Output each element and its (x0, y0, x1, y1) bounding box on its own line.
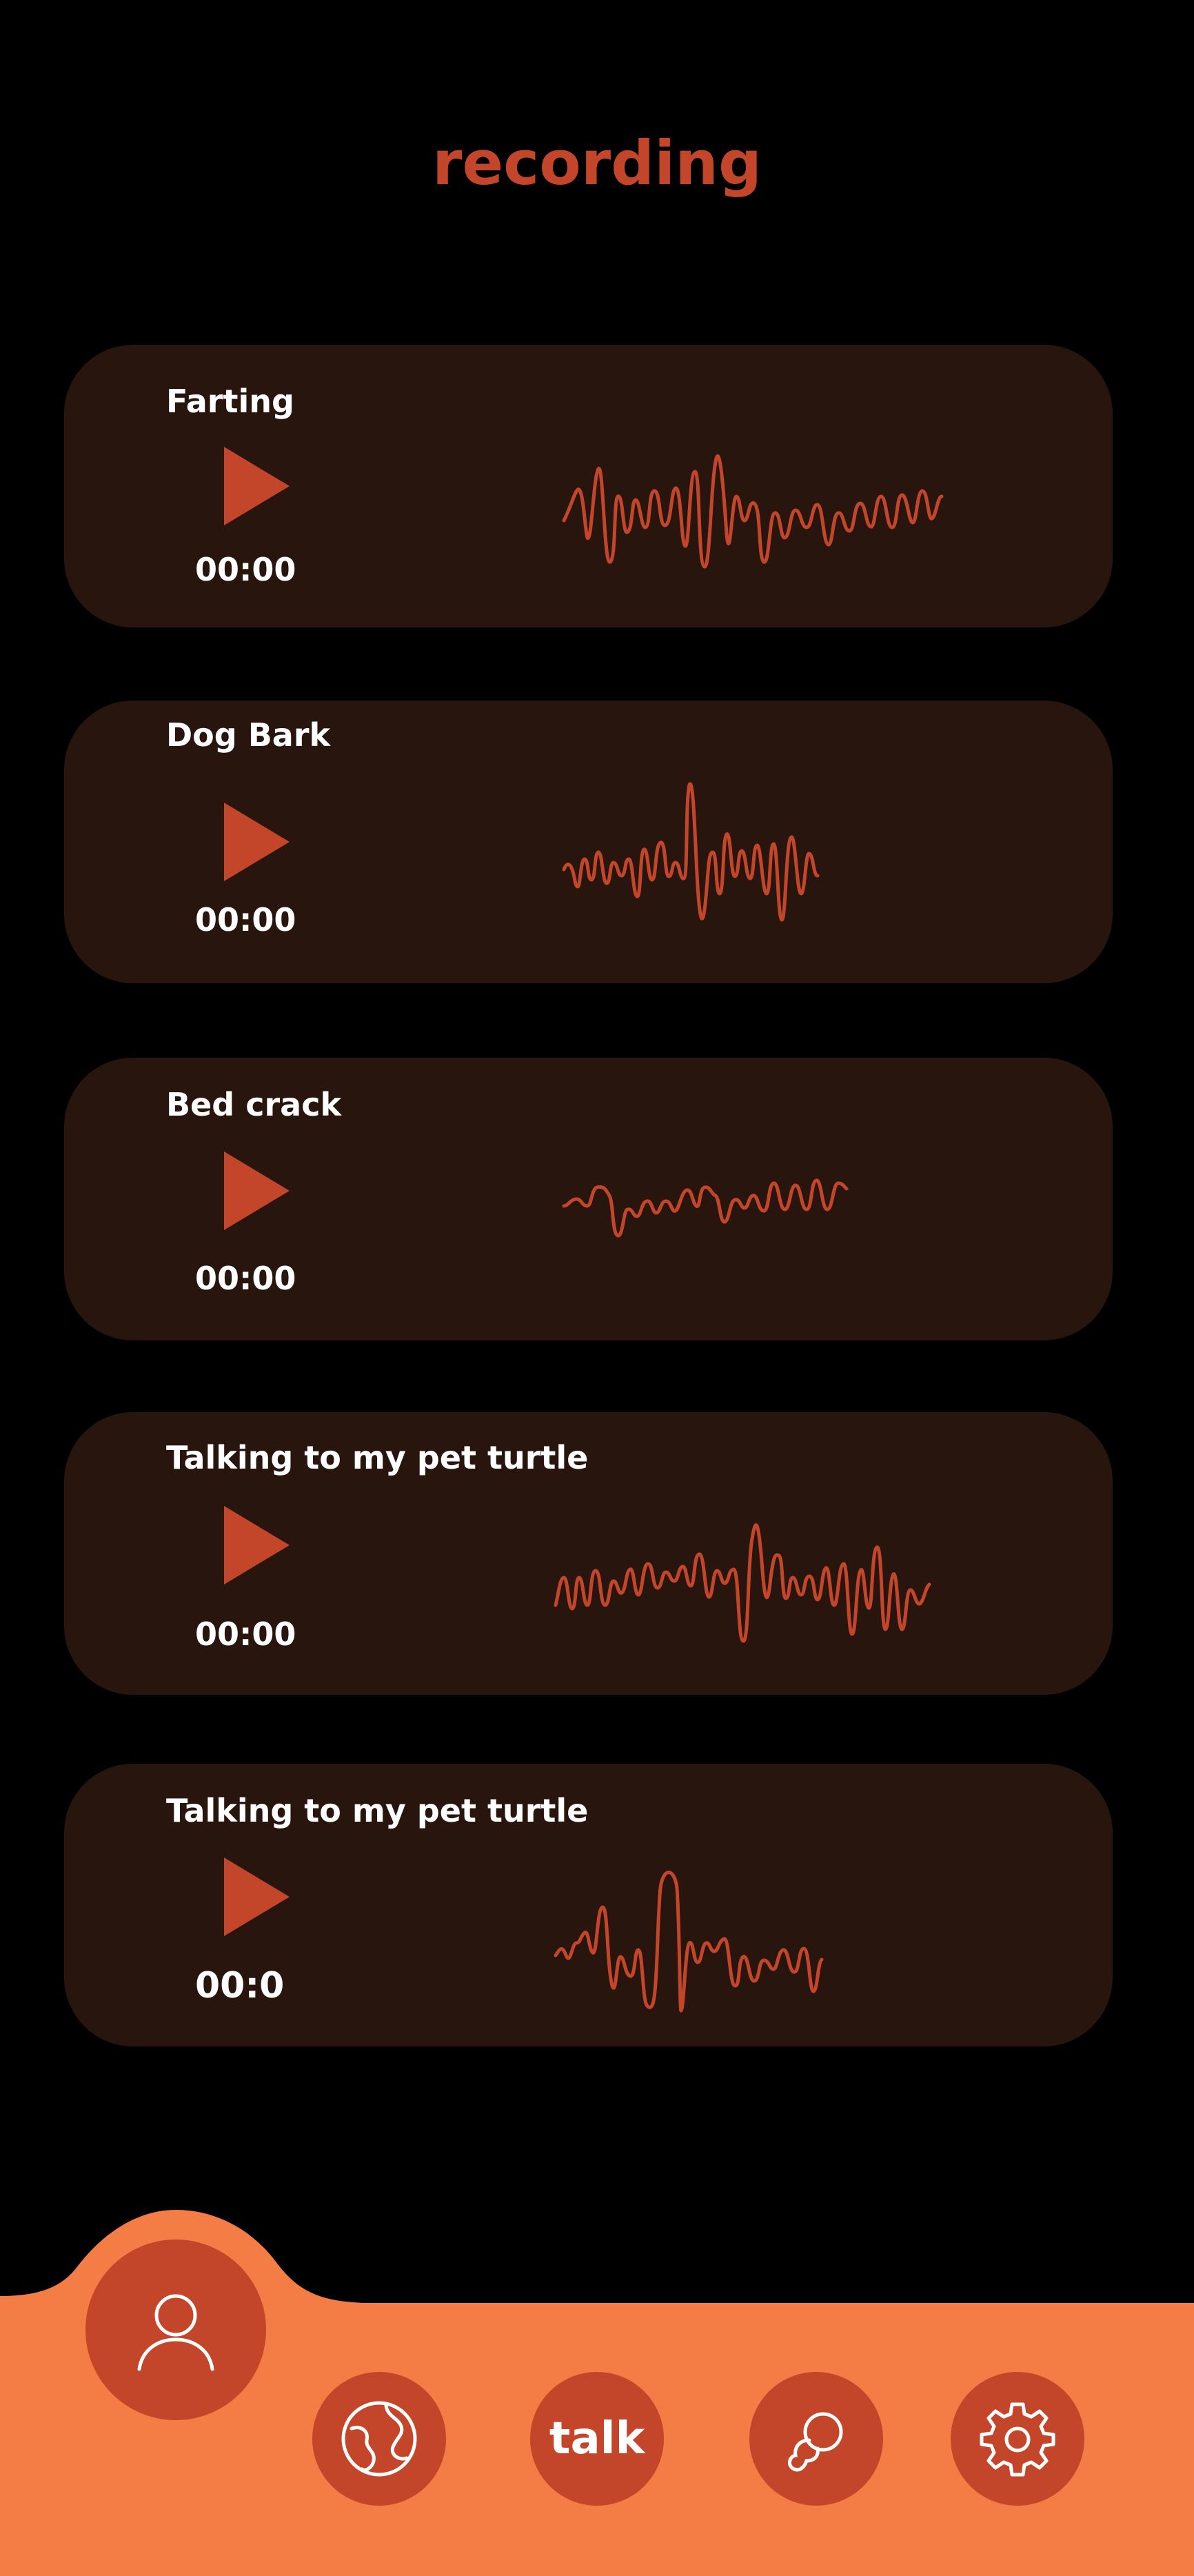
play-icon[interactable] (217, 1852, 296, 1942)
globe-icon (341, 2401, 417, 2477)
recording-time: 00:00 (195, 551, 296, 588)
play-icon[interactable] (217, 1500, 296, 1590)
recording-time: 00:00 (195, 901, 296, 938)
play-icon[interactable] (217, 797, 296, 887)
settings-button[interactable] (951, 2372, 1084, 2506)
recording-name: Bed crack (166, 1086, 342, 1123)
waveform (554, 1871, 824, 2013)
recording-card[interactable]: Dog Bark 00:00 (64, 701, 1113, 983)
recording-card[interactable]: Farting 00:00 (64, 345, 1113, 627)
recording-name: Dog Bark (166, 716, 331, 754)
explore-button[interactable] (312, 2372, 446, 2506)
recording-name: Farting (166, 383, 294, 420)
waveform (562, 454, 944, 569)
talk-button[interactable]: talk (530, 2372, 664, 2506)
waveform (562, 1178, 849, 1238)
recording-time: 00:00 (195, 1260, 296, 1297)
recording-card[interactable]: Talking to my pet turtle 00:0 (64, 1764, 1113, 2046)
waveform (554, 1523, 931, 1643)
recording-card[interactable]: Talking to my pet turtle 00:00 (64, 1412, 1113, 1695)
play-icon[interactable] (217, 441, 296, 531)
recording-card[interactable]: Bed crack 00:00 (64, 1058, 1113, 1340)
user-icon (137, 2294, 214, 2371)
gear-icon (980, 2402, 1055, 2477)
pets-icon (788, 2412, 843, 2472)
profile-button[interactable] (85, 2240, 266, 2420)
recording-time: 00:0 (195, 1965, 285, 2006)
waveform (562, 782, 820, 922)
page-title: recording (432, 128, 762, 199)
recording-time: 00:00 (195, 1616, 296, 1653)
bottom-nav: talk (0, 2206, 1194, 2576)
pets-button[interactable] (749, 2372, 883, 2506)
talk-label: talk (549, 2413, 645, 2464)
play-icon[interactable] (217, 1146, 296, 1236)
